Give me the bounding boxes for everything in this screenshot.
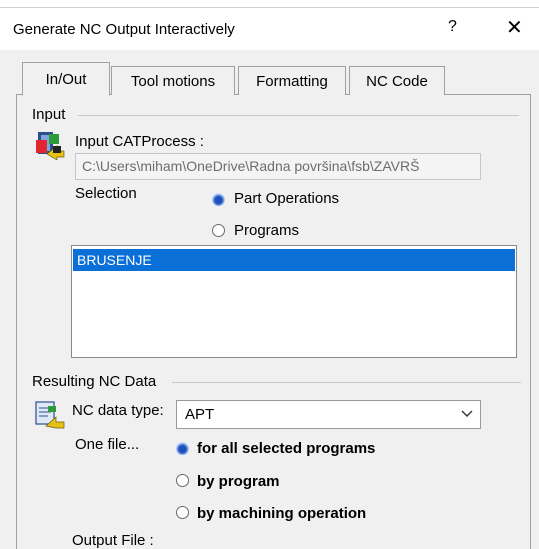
radio-all-selected-programs-label: for all selected programs	[197, 440, 376, 457]
radio-programs[interactable]	[212, 224, 225, 237]
nc-data-type-value: APT	[185, 406, 215, 423]
tab-label: Tool motions	[130, 72, 216, 90]
input-section-divider	[78, 115, 519, 116]
input-section-label: Input	[32, 106, 66, 123]
radio-by-program[interactable]	[176, 474, 189, 487]
close-button[interactable]: ✕	[506, 15, 523, 40]
help-button[interactable]: ?	[448, 18, 457, 36]
window-title: Generate NC Output Interactively	[13, 21, 235, 38]
catprocess-icon	[36, 132, 65, 160]
tab-label: Formatting	[256, 72, 328, 90]
radio-by-program-label: by program	[197, 473, 280, 490]
radio-part-operations-label: Part Operations	[234, 190, 340, 207]
nc-data-type-label: NC data type:	[72, 402, 164, 419]
nc-data-icon	[35, 401, 65, 429]
tab-formatting[interactable]: Formatting	[238, 66, 346, 95]
catprocess-label: Input CATProcess :	[75, 133, 204, 150]
tab-in-out[interactable]: In/Out	[22, 62, 110, 96]
radio-programs-label: Programs	[234, 222, 300, 239]
result-section-label: Resulting NC Data	[32, 373, 157, 390]
window-top-edge	[0, 0, 539, 8]
catprocess-path-field[interactable]: C:\Users\miham\OneDrive\Radna površina\f…	[75, 153, 481, 180]
tab-label: NC Code	[366, 72, 428, 90]
nc-data-type-select[interactable]: APT	[176, 400, 481, 429]
tab-nc-code[interactable]: NC Code	[349, 66, 445, 95]
tab-label: In/Out	[45, 70, 87, 88]
list-item[interactable]: BRUSENJE	[73, 249, 515, 271]
one-file-label: One file...	[75, 436, 140, 453]
radio-by-machining-operation-label: by machining operation	[197, 505, 367, 522]
output-file-label: Output File :	[72, 532, 154, 549]
radio-part-operations[interactable]	[212, 193, 225, 206]
selection-label: Selection	[75, 185, 137, 202]
tab-tool-motions[interactable]: Tool motions	[111, 66, 235, 95]
chevron-down-icon[interactable]	[461, 409, 473, 419]
radio-by-machining-operation[interactable]	[176, 506, 189, 519]
result-section-divider	[172, 382, 521, 383]
radio-all-selected-programs[interactable]	[176, 442, 189, 455]
